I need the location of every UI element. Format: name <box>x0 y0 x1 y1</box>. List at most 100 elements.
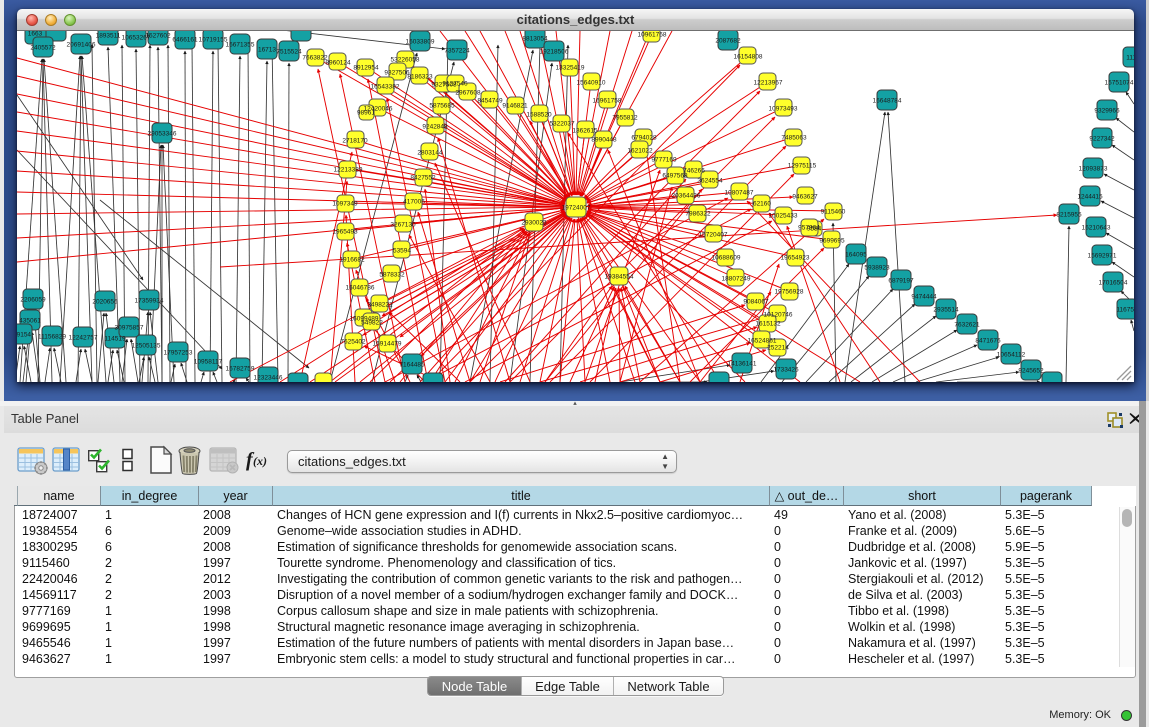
svg-text:1893511: 1893511 <box>96 33 121 40</box>
svg-text:17957253: 17957253 <box>164 350 193 357</box>
svg-text:1097349: 1097349 <box>332 201 358 208</box>
svg-text:16543382: 16543382 <box>371 84 400 91</box>
svg-text:10719155: 10719155 <box>199 37 228 44</box>
svg-text:2020656: 2020656 <box>92 299 118 306</box>
svg-text:16671355: 16671355 <box>226 42 255 49</box>
svg-text:8186323: 8186323 <box>407 74 433 81</box>
svg-text:16033809: 16033809 <box>406 39 435 46</box>
svg-text:8813054: 8813054 <box>522 36 548 43</box>
svg-text:8990448: 8990448 <box>591 137 617 144</box>
svg-text:2718170: 2718170 <box>342 138 368 145</box>
svg-text:17359934: 17359934 <box>135 298 164 305</box>
svg-text:114519: 114519 <box>104 336 126 343</box>
svg-text:1965493: 1965493 <box>332 229 358 236</box>
svg-text:20691406: 20691406 <box>67 42 96 49</box>
svg-text:16154808: 16154808 <box>734 54 763 61</box>
svg-text:10973493: 10973493 <box>769 106 798 113</box>
svg-text:7625402: 7625402 <box>340 339 366 346</box>
svg-text:3498222: 3498222 <box>367 302 393 309</box>
svg-text:417006: 417006 <box>403 199 425 206</box>
svg-text:9115460: 9115460 <box>821 209 846 216</box>
svg-text:7515524: 7515524 <box>276 49 302 56</box>
svg-text:5938923: 5938923 <box>864 265 890 272</box>
svg-text:10958117: 10958117 <box>194 359 223 366</box>
svg-text:549822: 549822 <box>361 320 383 327</box>
svg-text:9327506: 9327506 <box>384 70 410 77</box>
svg-text:16782759: 16782759 <box>226 366 255 373</box>
svg-text:8215955: 8215955 <box>1056 212 1082 219</box>
svg-text:7164485: 7164485 <box>399 362 425 369</box>
svg-text:9084067: 9084067 <box>743 299 769 306</box>
svg-text:19218506: 19218506 <box>540 49 569 56</box>
svg-text:8912954: 8912954 <box>353 65 379 72</box>
svg-text:1588520: 1588520 <box>526 112 552 119</box>
svg-text:16046786: 16046786 <box>346 285 375 292</box>
svg-text:8454749: 8454749 <box>477 98 503 105</box>
svg-text:6879197: 6879197 <box>888 278 914 285</box>
svg-text:6794028: 6794028 <box>631 135 657 142</box>
svg-text:16524861: 16524861 <box>748 338 777 345</box>
svg-text:10654112: 10654112 <box>997 352 1026 359</box>
svg-text:16210643: 16210643 <box>1082 225 1111 232</box>
svg-text:9777169: 9777169 <box>651 157 677 164</box>
svg-text:10025433: 10025433 <box>769 213 798 220</box>
svg-text:9127546: 9127546 <box>442 81 468 88</box>
svg-text:(x): (x) <box>253 454 267 468</box>
svg-text:9329966: 9329966 <box>1094 108 1120 115</box>
svg-text:19724007: 19724007 <box>562 205 591 212</box>
svg-text:9474444: 9474444 <box>911 294 937 301</box>
svg-text:15640910: 15640910 <box>577 80 606 87</box>
svg-text:12093873: 12093873 <box>1079 166 1108 173</box>
svg-text:6466161: 6466161 <box>172 37 198 44</box>
svg-text:16713: 16713 <box>258 47 276 54</box>
svg-text:12505135: 12505135 <box>132 343 161 350</box>
svg-text:2405572: 2405572 <box>30 45 56 52</box>
svg-text:17016504: 17016504 <box>1099 280 1128 287</box>
svg-text:9699695: 9699695 <box>819 238 845 245</box>
svg-text:5322037: 5322037 <box>549 121 575 128</box>
svg-text:13325419: 13325419 <box>556 65 585 72</box>
svg-text:2967608: 2967608 <box>455 90 481 97</box>
svg-text:10688609: 10688609 <box>712 255 741 262</box>
svg-text:9227342: 9227342 <box>1089 136 1115 143</box>
svg-text:12242757: 12242757 <box>69 335 98 342</box>
svg-text:1621022: 1621022 <box>627 148 653 155</box>
svg-text:20364436: 20364436 <box>672 193 701 200</box>
svg-text:3624554: 3624554 <box>697 178 723 185</box>
svg-text:7955812: 7955812 <box>612 115 638 122</box>
svg-text:2206059: 2206059 <box>20 297 46 304</box>
svg-text:98961: 98961 <box>357 110 375 117</box>
svg-text:10961768: 10961768 <box>638 32 667 39</box>
svg-text:10807487: 10807487 <box>725 190 754 197</box>
svg-text:12213389: 12213389 <box>334 167 363 174</box>
svg-text:957964: 957964 <box>798 225 820 232</box>
svg-text:15751074: 15751074 <box>1105 80 1134 87</box>
svg-text:116753: 116753 <box>1116 307 1134 314</box>
svg-text:15692971: 15692971 <box>1088 253 1117 260</box>
svg-text:1916682: 1916682 <box>339 257 365 264</box>
svg-text:1112: 1112 <box>1126 55 1134 62</box>
svg-text:9463627: 9463627 <box>792 194 818 201</box>
svg-text:16961758: 16961758 <box>593 98 622 105</box>
svg-text:9242848: 9242848 <box>422 124 448 131</box>
svg-text:7632621: 7632621 <box>954 322 980 329</box>
svg-text:2935514: 2935514 <box>933 307 959 314</box>
svg-text:1615132: 1615132 <box>755 321 781 328</box>
svg-text:12323446: 12323446 <box>254 375 283 382</box>
svg-text:2930023: 2930023 <box>521 220 547 227</box>
svg-text:30975857: 30975857 <box>115 325 144 332</box>
svg-text:15720407: 15720407 <box>699 232 728 239</box>
svg-text:2803144: 2803144 <box>417 150 443 157</box>
svg-text:5878332: 5878332 <box>379 272 405 279</box>
svg-text:9146821: 9146821 <box>502 103 528 110</box>
svg-text:1244415: 1244415 <box>1077 194 1103 201</box>
svg-text:7485063: 7485063 <box>781 135 807 142</box>
svg-text:62160: 62160 <box>753 201 771 208</box>
svg-text:19384554: 19384554 <box>605 274 634 281</box>
svg-text:10120746: 10120746 <box>764 312 793 319</box>
svg-text:19756928: 19756928 <box>775 289 804 296</box>
svg-text:7986322: 7986322 <box>685 211 711 218</box>
svg-text:1362615: 1362615 <box>572 128 598 135</box>
svg-text:435061: 435061 <box>19 318 41 325</box>
svg-text:12213967: 12213967 <box>754 80 783 87</box>
